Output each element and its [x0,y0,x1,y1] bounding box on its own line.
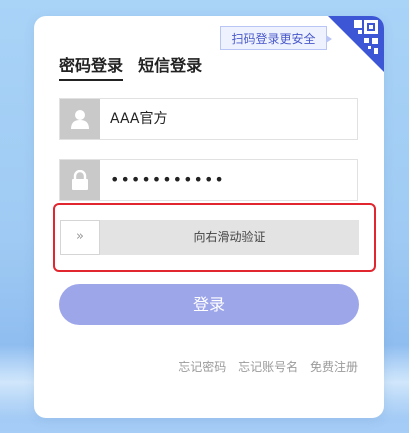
forgot-account-link[interactable]: 忘记账号名 [238,360,298,374]
login-button[interactable]: 登录 [59,284,359,325]
qr-code-icon[interactable] [328,16,384,72]
register-link[interactable]: 免费注册 [310,360,358,374]
username-value[interactable]: AAA官方 [110,99,168,139]
password-field[interactable]: ••••••••••• [59,159,358,201]
qr-login-tip[interactable]: 扫码登录更安全 [220,26,332,50]
highlight-box [53,203,376,272]
username-field[interactable]: AAA官方 [59,98,358,140]
forgot-password-link[interactable]: 忘记密码 [178,360,226,374]
user-icon [60,99,100,139]
password-value[interactable]: ••••••••••• [110,160,225,200]
lock-icon [60,160,100,200]
tab-password-login[interactable]: 密码登录 [59,52,124,81]
footer-links: 忘记密码 忘记账号名 免费注册 [170,358,358,375]
tab-sms-login[interactable]: 短信登录 [138,52,202,76]
login-tabs: 密码登录 短信登录 [59,52,212,82]
